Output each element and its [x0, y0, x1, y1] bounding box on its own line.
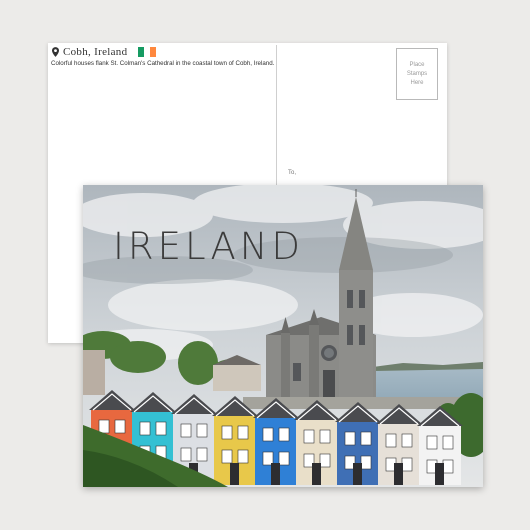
house-window: [401, 433, 413, 448]
house-window: [237, 425, 249, 440]
house-window: [385, 433, 397, 448]
house-window: [344, 431, 356, 446]
location-row: Cobh, Ireland: [52, 45, 157, 59]
house-window: [442, 459, 454, 474]
location-title: Cobh, Ireland: [63, 46, 128, 58]
center-divider: [276, 45, 277, 185]
postcard-front: IRELAND: [83, 185, 483, 487]
house-window: [196, 447, 208, 462]
house-door: [230, 463, 239, 485]
house-window: [114, 419, 126, 434]
location-pin-icon: [52, 47, 59, 57]
house-door: [394, 463, 403, 485]
house-window: [221, 449, 233, 464]
house-window: [262, 427, 274, 442]
stamp-box: Place Stamps Here: [396, 48, 438, 100]
house-window: [196, 423, 208, 438]
house-window: [278, 427, 290, 442]
house-window: [180, 423, 192, 438]
house-window: [237, 449, 249, 464]
house-window: [98, 419, 110, 434]
house-door: [312, 463, 321, 485]
house-window: [221, 425, 233, 440]
house-window: [401, 457, 413, 472]
house-window: [139, 421, 151, 436]
house-window: [319, 453, 331, 468]
house-window: [426, 435, 438, 450]
house-window: [180, 447, 192, 462]
house-window: [319, 429, 331, 444]
irish-flag-icon: [138, 47, 157, 57]
house-window: [360, 455, 372, 470]
house-door: [271, 463, 280, 485]
house-window: [360, 431, 372, 446]
house-window: [155, 421, 167, 436]
house-window: [303, 429, 315, 444]
stamp-text: Place Stamps Here: [406, 61, 428, 86]
house-door: [435, 463, 444, 485]
house-window: [442, 435, 454, 450]
house-door: [353, 463, 362, 485]
flag-stripe-orange: [150, 47, 157, 57]
photo-caption: Colorful houses flank St. Colman's Cathe…: [51, 60, 275, 67]
to-label: To,: [288, 170, 297, 176]
front-title: IRELAND: [113, 225, 304, 268]
house-window: [278, 451, 290, 466]
